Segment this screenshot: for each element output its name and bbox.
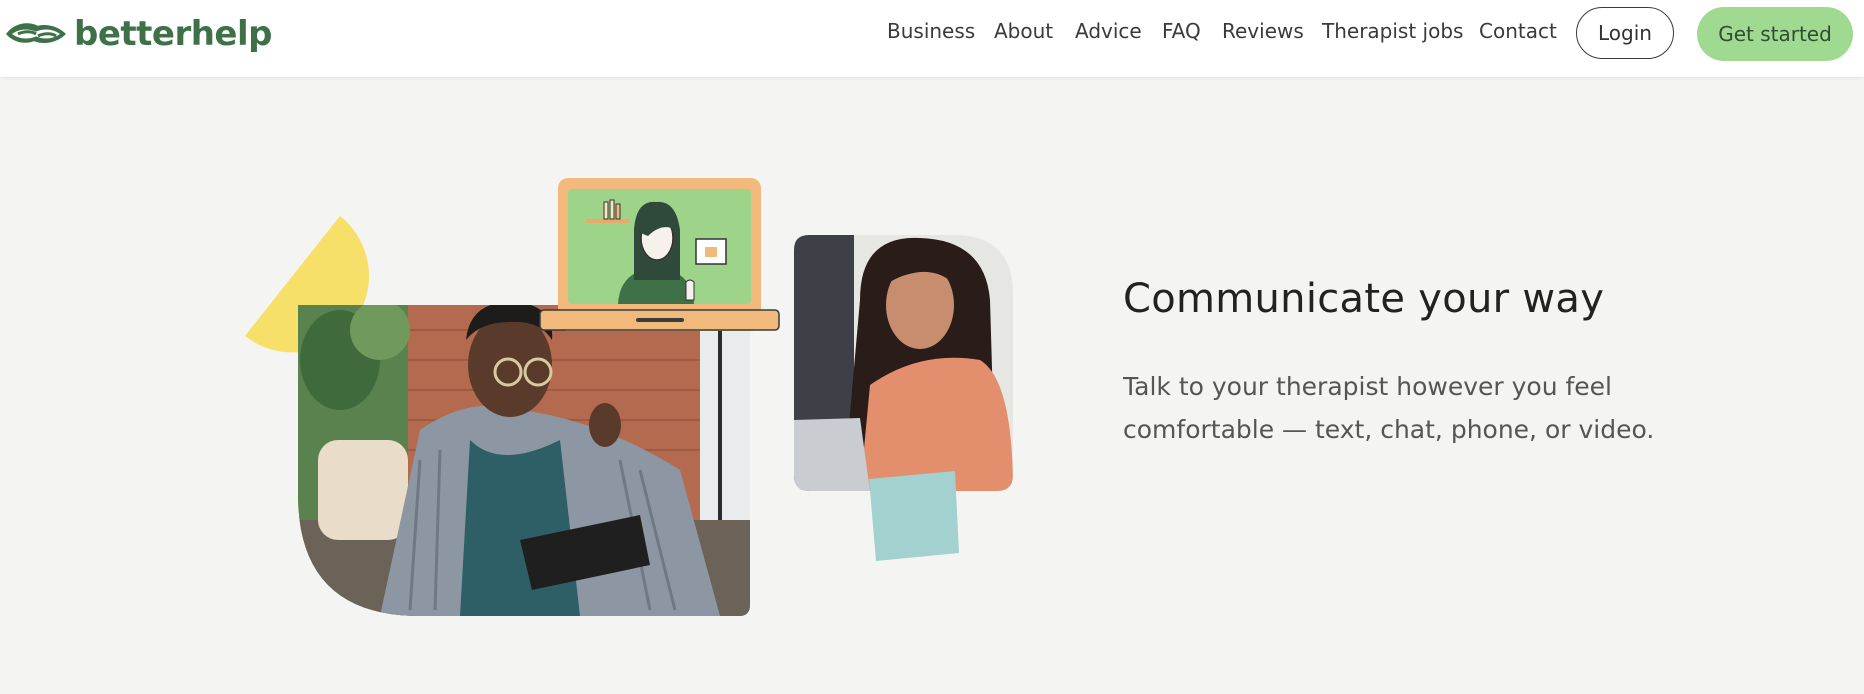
man-with-tablet-photo bbox=[298, 305, 750, 616]
hero-illustration bbox=[245, 178, 1013, 616]
hero-headline: Communicate your way bbox=[1123, 276, 1605, 322]
teal-square-shape bbox=[869, 471, 959, 561]
woman-with-laptop-photo bbox=[794, 235, 1013, 491]
hero-body-text: Talk to your therapist however you feel … bbox=[1123, 372, 1655, 444]
laptop-video-call-illustration bbox=[539, 178, 780, 331]
